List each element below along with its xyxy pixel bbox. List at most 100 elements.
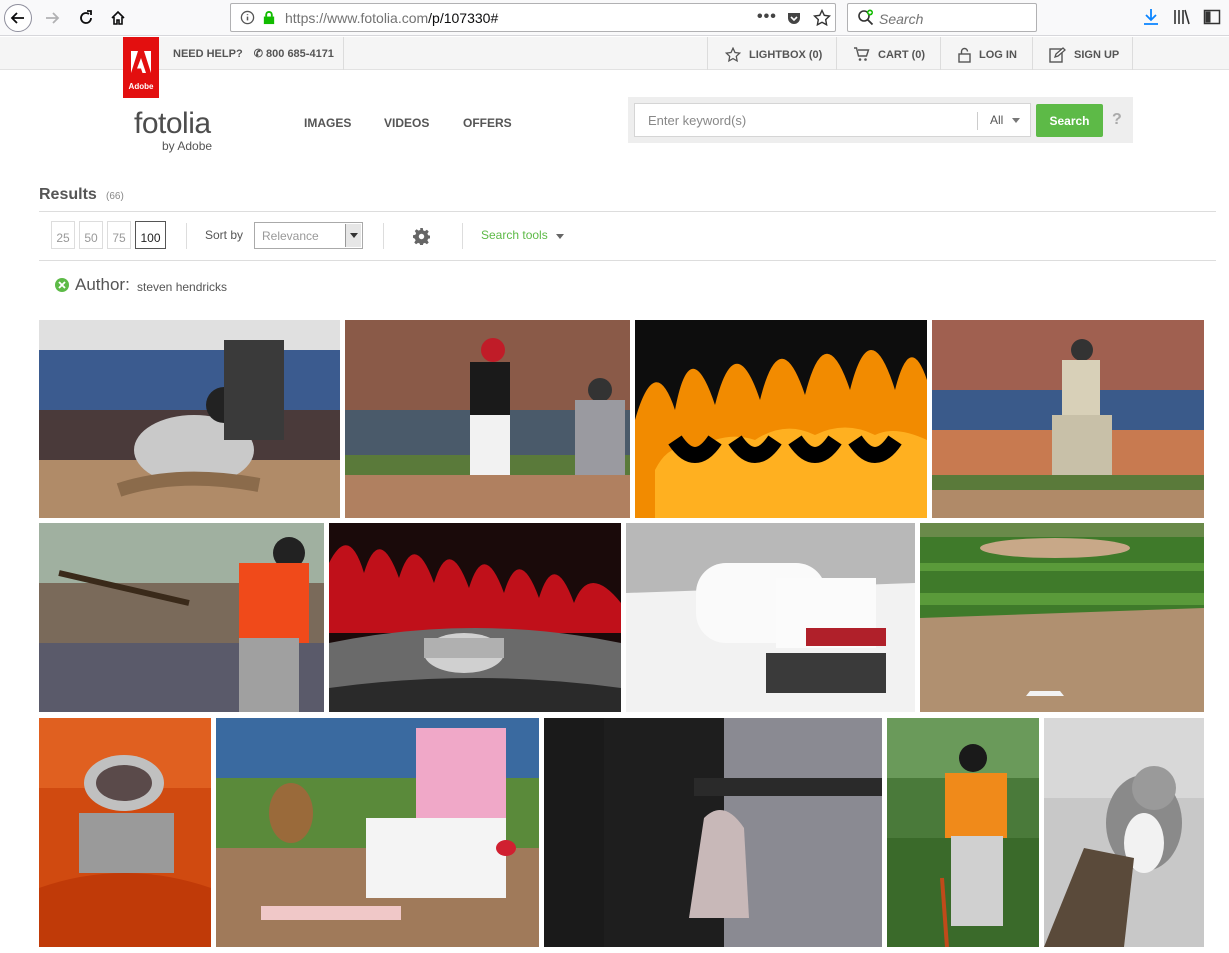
photo-image (635, 320, 927, 518)
login-link[interactable]: LOG IN (958, 47, 1017, 63)
login-label: LOG IN (979, 49, 1017, 61)
photo-sliding-player[interactable] (39, 320, 340, 518)
strip-divider (836, 37, 837, 70)
sort-value: Relevance (262, 229, 319, 243)
per-page-50[interactable]: 50 (79, 221, 103, 249)
photo-image (932, 320, 1204, 518)
cart-link[interactable]: CART (0) (853, 47, 925, 62)
results-count: (66) (106, 191, 124, 202)
nav-videos[interactable]: VIDEOS (384, 116, 429, 130)
search-tools-toggle[interactable]: Search tools (481, 228, 548, 242)
nav-offers[interactable]: OFFERS (463, 116, 512, 130)
photo-image (345, 320, 630, 518)
edit-icon (1049, 47, 1066, 63)
photo-image (920, 523, 1204, 712)
photo-image (216, 718, 539, 947)
padlock-icon (958, 47, 971, 63)
keyword-input[interactable] (635, 104, 965, 136)
category-select[interactable]: All (990, 113, 1003, 127)
strip-divider (707, 37, 708, 70)
divider (39, 260, 1216, 261)
search-tools-chevron-icon[interactable] (556, 234, 564, 239)
photo-squirrel[interactable] (1044, 718, 1204, 947)
photo-image (39, 523, 324, 712)
search-engine-icon (858, 9, 874, 26)
strip-divider (1032, 37, 1033, 70)
browser-toolbar: https://www.fotolia.com/p/107330# ••• Se… (0, 0, 1229, 36)
photo-image (1044, 718, 1204, 947)
fotolia-logo[interactable]: fotolia (134, 107, 211, 141)
toolbar-divider (383, 223, 384, 249)
logo-subtitle: by Adobe (162, 139, 213, 153)
home-icon (111, 10, 125, 25)
library-icon[interactable] (1173, 8, 1191, 26)
photo-batter-stadium[interactable] (932, 320, 1204, 518)
photo-slide-pink[interactable] (216, 718, 539, 947)
page-actions-icon[interactable]: ••• (757, 8, 777, 26)
sort-label: Sort by (205, 228, 244, 242)
help-label: NEED HELP? (173, 48, 243, 60)
per-page-100[interactable]: 100 (135, 221, 166, 249)
back-button[interactable] (4, 4, 32, 32)
url-host: https://www.fotolia.com (285, 10, 429, 26)
chevron-down-icon[interactable] (1012, 118, 1020, 123)
photo-player-24[interactable] (887, 718, 1039, 947)
strip-divider (940, 37, 941, 70)
lightbox-link[interactable]: LIGHTBOX (0) (725, 47, 822, 63)
help-phone[interactable]: 800 685-4171 (266, 48, 334, 60)
signup-label: SIGN UP (1074, 49, 1120, 61)
address-bar[interactable]: https://www.fotolia.com/p/107330# ••• (230, 3, 836, 32)
strip-divider (343, 37, 344, 70)
bookmark-star-icon[interactable] (813, 9, 831, 27)
url-text: https://www.fotolia.com/p/107330# (285, 10, 498, 26)
photo-orange-batter[interactable] (39, 523, 324, 712)
nav-images[interactable]: IMAGES (304, 116, 351, 130)
toolbar-divider (186, 223, 187, 249)
sidebar-icon[interactable] (1203, 8, 1221, 26)
info-icon[interactable] (240, 10, 255, 25)
dropdown-arrow-icon (345, 224, 361, 247)
adobe-logo-icon (131, 51, 151, 73)
cart-icon (854, 47, 870, 61)
photo-red-flames-chrome[interactable] (329, 523, 621, 712)
photo-batter-catcher[interactable] (345, 320, 630, 518)
forward-arrow-icon (46, 12, 60, 24)
results-title: Results (39, 186, 97, 203)
pocket-icon[interactable] (786, 10, 802, 26)
search-button[interactable]: Search (1036, 104, 1103, 137)
gear-icon[interactable] (413, 228, 430, 245)
signup-link[interactable]: SIGN UP (1049, 47, 1119, 63)
phone-icon: ✆ (253, 48, 263, 60)
download-icon[interactable] (1143, 8, 1159, 26)
home-button[interactable] (104, 4, 132, 32)
close-icon (58, 281, 66, 289)
browser-search-placeholder: Search (879, 11, 924, 27)
adobe-badge[interactable]: Adobe (123, 37, 159, 98)
adobe-badge-text: Adobe (128, 82, 154, 91)
search-help-icon[interactable]: ? (1112, 111, 1122, 129)
toolbar-divider (462, 223, 463, 249)
reload-button[interactable] (72, 4, 100, 32)
keyword-search-box: All (634, 103, 1031, 137)
photo-image (39, 320, 340, 518)
per-page-25[interactable]: 25 (51, 221, 75, 249)
photo-umpire-pocket[interactable] (544, 718, 882, 947)
forward-button[interactable] (38, 4, 66, 32)
photo-snow-tractor[interactable] (626, 523, 915, 712)
cart-label: CART (0) (878, 48, 926, 61)
remove-filter-icon[interactable] (55, 278, 69, 292)
keyword-divider (977, 112, 978, 130)
lock-icon (263, 11, 275, 25)
divider (39, 211, 1216, 212)
photo-image (329, 523, 621, 712)
photo-engine[interactable] (39, 718, 211, 947)
photo-infield[interactable] (920, 523, 1204, 712)
reload-icon (80, 10, 92, 24)
per-page-75[interactable]: 75 (107, 221, 131, 249)
sort-select[interactable]: Relevance (254, 222, 363, 249)
photo-image (544, 718, 882, 947)
browser-search-field[interactable]: Search (847, 3, 1037, 32)
lightbox-label: LIGHTBOX (0) (749, 49, 823, 61)
photo-orange-flames[interactable] (635, 320, 927, 518)
filter-label: Author: (75, 275, 130, 294)
